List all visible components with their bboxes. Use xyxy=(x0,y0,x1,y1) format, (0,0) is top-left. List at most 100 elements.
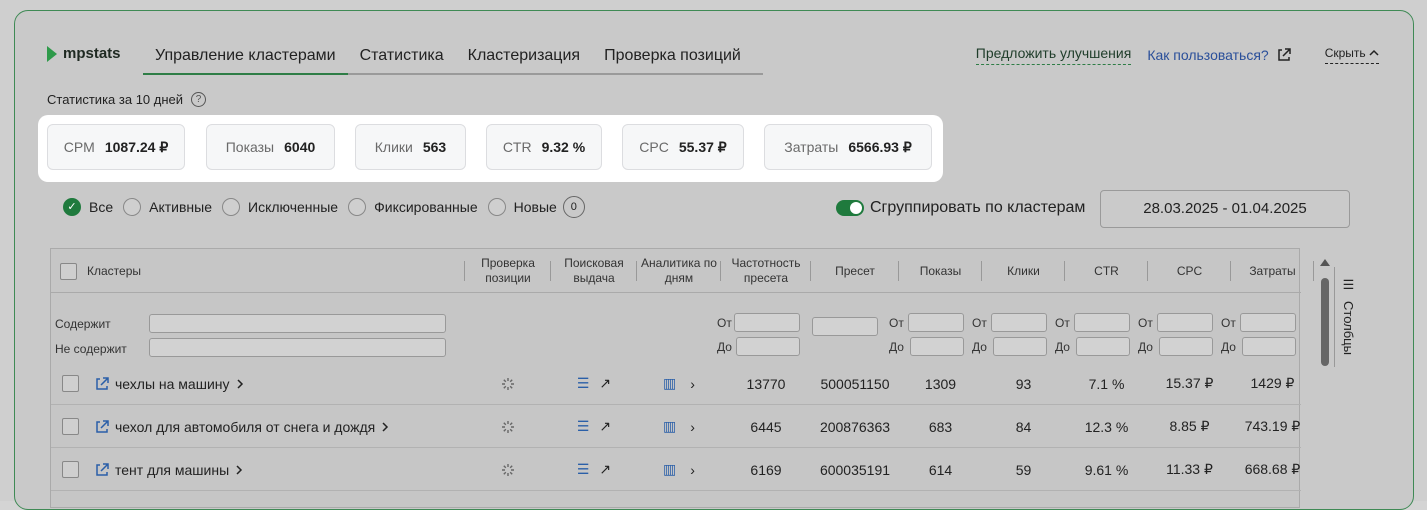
filter-label: Активные xyxy=(149,199,212,215)
col-ctr[interactable]: CTR xyxy=(1065,249,1148,293)
cpc-cell: 11.33 ₽ xyxy=(1166,461,1213,477)
toggle-switch[interactable] xyxy=(836,200,864,216)
list-icon[interactable]: ☰ xyxy=(577,418,590,435)
col-position-check[interactable]: Проверка позиции xyxy=(465,249,551,293)
chevron-right-icon[interactable]: › xyxy=(690,462,695,478)
clicks-to-input[interactable] xyxy=(993,337,1047,356)
cost-cell: 1429 ₽ xyxy=(1250,375,1295,391)
ctr-to-input[interactable] xyxy=(1076,337,1130,356)
arrow-up-right-icon[interactable]: ↗ xyxy=(599,375,611,392)
row-checkbox[interactable] xyxy=(61,362,79,405)
cost-from-input[interactable] xyxy=(1240,313,1296,332)
analytics-cell[interactable]: ▥ › xyxy=(637,448,721,491)
filter-new[interactable]: Новые xyxy=(487,198,557,216)
cpc-cell: 15.37 ₽ xyxy=(1165,375,1214,391)
suggest-improvements-link[interactable]: Предложить улучшения xyxy=(975,45,1132,65)
radio-icon xyxy=(487,198,506,216)
contains-input[interactable] xyxy=(149,314,446,333)
shows-to-input[interactable] xyxy=(910,337,964,356)
scroll-thumb[interactable] xyxy=(1321,278,1329,366)
freq-to-input[interactable] xyxy=(736,337,800,356)
col-cpc[interactable]: CPC xyxy=(1148,249,1231,293)
columns-button[interactable]: ☰ Столбцы xyxy=(1334,267,1362,367)
bar-chart-icon[interactable]: ▥ xyxy=(663,418,676,435)
chevron-right-icon[interactable]: › xyxy=(690,376,695,392)
col-clicks[interactable]: Клики xyxy=(982,249,1065,293)
bar-chart-icon[interactable]: ▥ xyxy=(663,375,676,392)
col-clusters[interactable]: Кластеры xyxy=(87,249,465,293)
list-icon[interactable]: ☰ xyxy=(577,375,590,392)
external-link-icon[interactable] xyxy=(95,376,109,391)
preset-filter-input[interactable] xyxy=(812,317,878,336)
col-shows[interactable]: Показы xyxy=(899,249,982,293)
arrow-up-right-icon[interactable]: ↗ xyxy=(599,461,611,478)
group-by-clusters-toggle[interactable]: Сгруппировать по кластерам xyxy=(836,199,1085,217)
stat-cpc: CPC 55.37 ₽ xyxy=(622,124,744,170)
shows-from-input[interactable] xyxy=(908,313,964,332)
how-to-use-link[interactable]: Как пользоваться? xyxy=(1147,47,1291,63)
tab-cluster-management[interactable]: Управление кластерами xyxy=(143,39,348,75)
tab-position-check[interactable]: Проверка позиций xyxy=(592,39,753,75)
tab-clustering[interactable]: Кластеризация xyxy=(456,39,592,75)
stat-value: 1087.24 ₽ xyxy=(104,138,169,155)
logo-icon xyxy=(47,45,57,62)
stat-value: 6566.93 ₽ xyxy=(848,138,912,155)
cpc-from-input[interactable] xyxy=(1157,313,1213,332)
external-link-icon[interactable] xyxy=(95,419,109,434)
select-all-checkbox[interactable] xyxy=(59,249,77,293)
col-preset[interactable]: Пресет xyxy=(811,249,899,293)
checkbox-icon xyxy=(61,461,79,478)
radio-icon xyxy=(222,198,240,216)
chevron-right-icon[interactable]: › xyxy=(690,419,695,435)
col-frequency[interactable]: Частотность пресета xyxy=(721,249,811,293)
date-range-picker[interactable]: 28.03.2025 - 01.04.2025 xyxy=(1100,190,1350,228)
preset-cell: 500051150 xyxy=(820,375,890,392)
analytics-cell[interactable]: ▥ › xyxy=(637,362,721,405)
stat-ctr: CTR 9.32 % xyxy=(486,124,602,170)
clicks-from-input[interactable] xyxy=(991,313,1047,332)
list-icon[interactable]: ☰ xyxy=(577,461,590,478)
tab-statistics[interactable]: Статистика xyxy=(348,39,456,75)
stat-cpm: CPM 1087.24 ₽ xyxy=(47,124,185,170)
table-row: чехлы на машину ☰ ↗ ▥ › 13770 500051150 13… xyxy=(51,362,1301,405)
clicks-cell: 93 xyxy=(1015,375,1032,392)
scroll-up-icon[interactable] xyxy=(1320,259,1330,266)
search-cell[interactable]: ☰ ↗ xyxy=(551,362,637,405)
loading-spinner-icon xyxy=(465,405,551,448)
status-filters: ✓ Все Активные Исключенные Фиксированные … xyxy=(50,196,585,218)
filter-active[interactable]: Активные xyxy=(123,198,212,216)
to-label: До xyxy=(1055,340,1070,354)
arrow-up-right-icon[interactable]: ↗ xyxy=(599,418,611,435)
row-checkbox[interactable] xyxy=(61,448,79,491)
stat-shows: Показы 6040 xyxy=(206,124,335,170)
table-scrollbar[interactable] xyxy=(1320,256,1330,501)
col-cost[interactable]: Затраты xyxy=(1231,249,1314,293)
filter-all[interactable]: ✓ Все xyxy=(63,198,113,216)
freq-from-input[interactable] xyxy=(734,313,800,332)
keyword-cell[interactable]: чехол для автомобиля от снега и дождя xyxy=(95,405,455,448)
external-link-icon xyxy=(1277,48,1291,61)
search-cell[interactable]: ☰ ↗ xyxy=(551,448,637,491)
col-search[interactable]: Поисковая выдача xyxy=(551,249,637,293)
freq-cell: 6445 xyxy=(750,418,782,435)
row-checkbox[interactable] xyxy=(61,405,79,448)
search-cell[interactable]: ☰ ↗ xyxy=(551,405,637,448)
keyword-cell[interactable]: тент для машины xyxy=(95,448,455,491)
cost-to-input[interactable] xyxy=(1242,337,1296,356)
filter-fixed[interactable]: Фиксированные xyxy=(348,198,478,216)
from-label: От xyxy=(1055,316,1070,330)
stat-clicks: Клики 563 xyxy=(355,124,466,170)
hide-button[interactable]: Скрыть xyxy=(1324,46,1379,64)
stat-label: Затраты xyxy=(784,139,839,155)
cpc-to-input[interactable] xyxy=(1159,337,1213,356)
filter-excluded[interactable]: Исключенные xyxy=(222,198,338,216)
external-link-icon[interactable] xyxy=(95,462,109,477)
col-analytics[interactable]: Аналитика по дням xyxy=(637,249,721,293)
stats-title-text: Статистика за 10 дней xyxy=(47,92,184,107)
not-contains-input[interactable] xyxy=(149,338,446,357)
help-icon[interactable]: ? xyxy=(191,92,207,107)
ctr-from-input[interactable] xyxy=(1074,313,1130,332)
keyword-cell[interactable]: чехлы на машину xyxy=(95,362,455,405)
analytics-cell[interactable]: ▥ › xyxy=(637,405,721,448)
bar-chart-icon[interactable]: ▥ xyxy=(663,461,676,478)
